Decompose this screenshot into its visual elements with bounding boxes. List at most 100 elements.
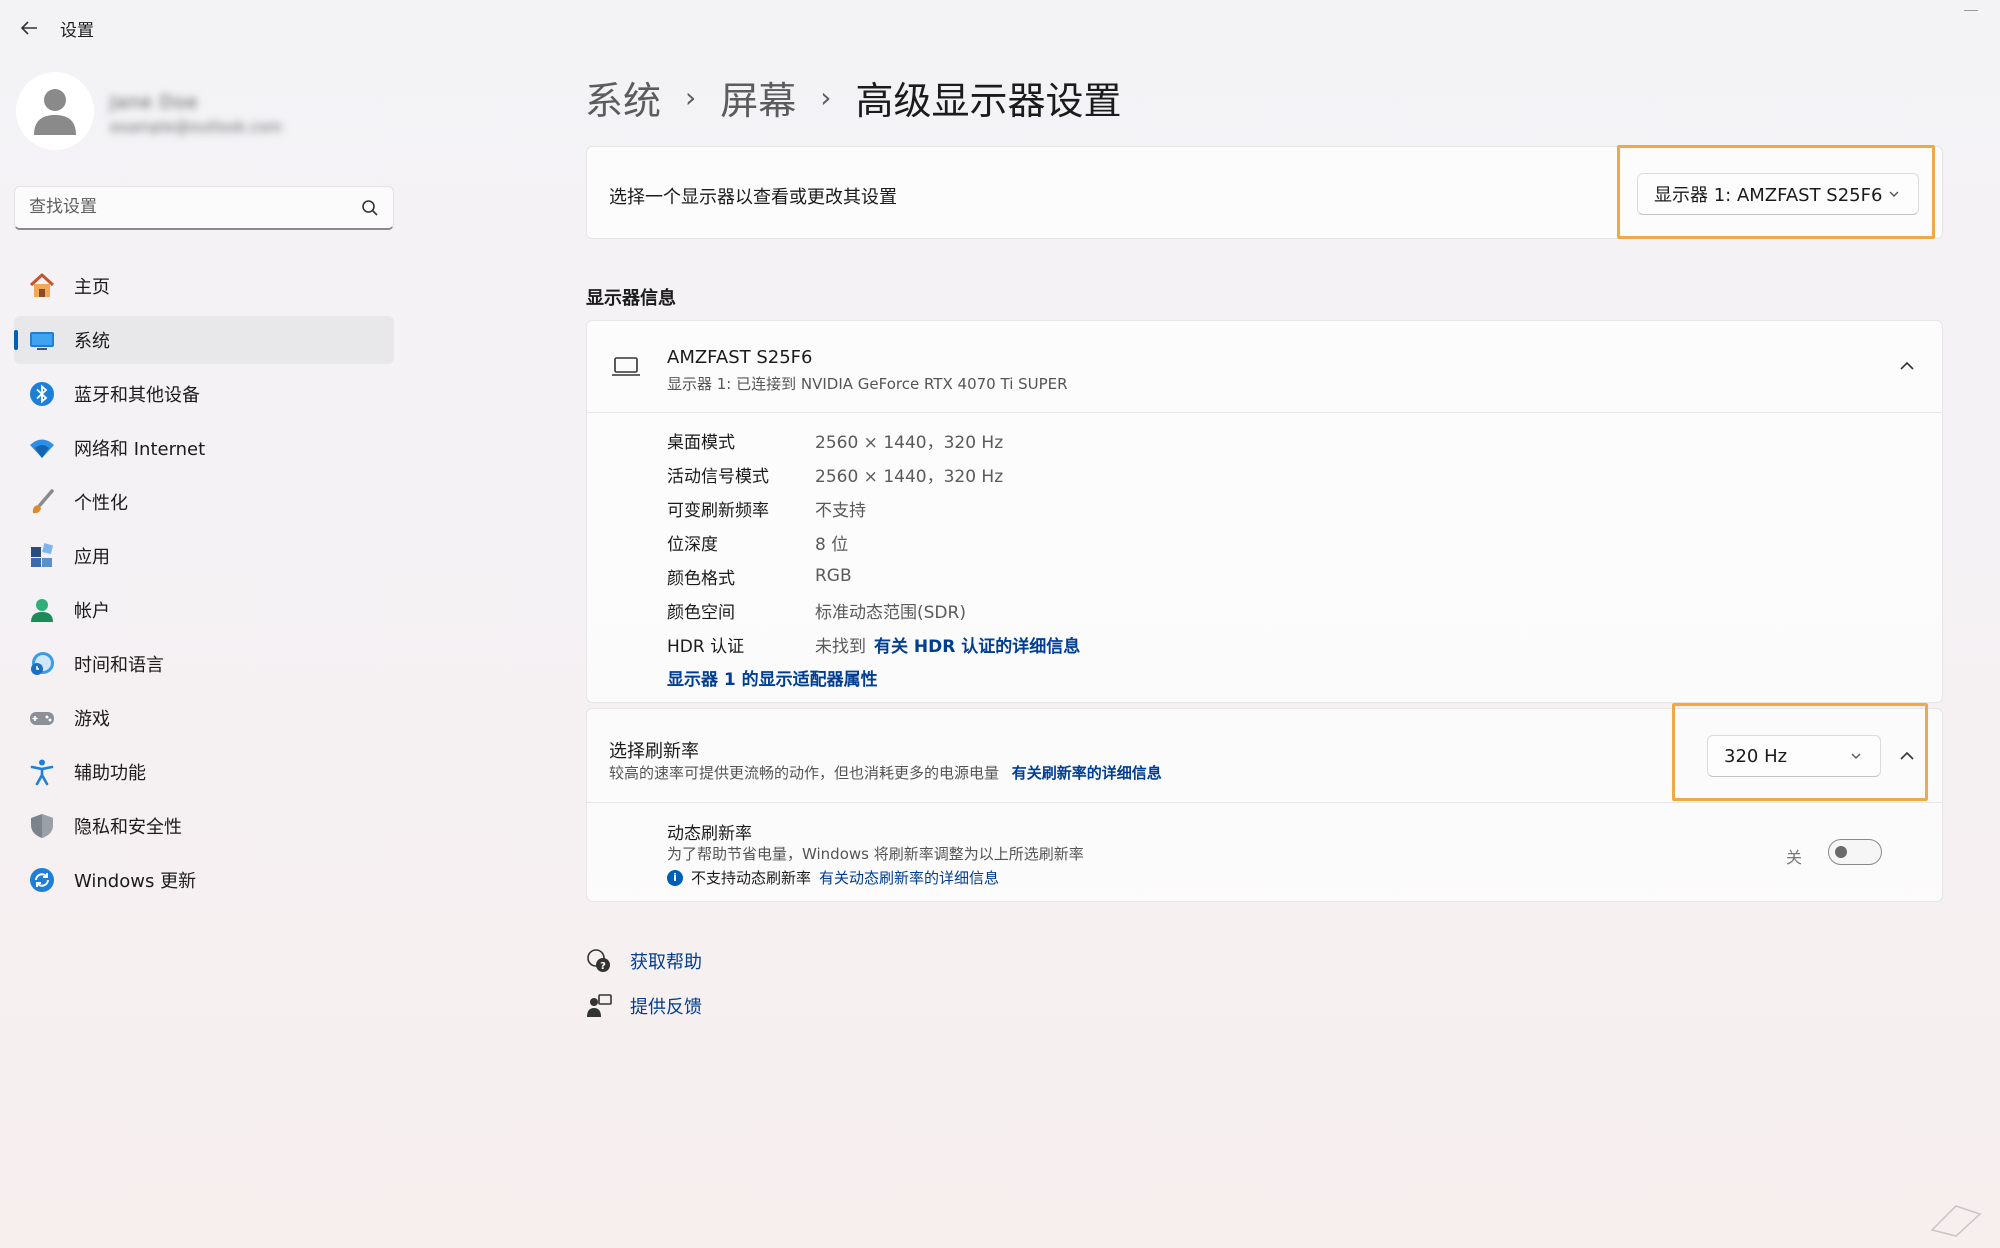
spec-key: 颜色格式 [667,568,735,589]
svg-text:?: ? [600,961,606,972]
spec-row: 可变刷新频率 不支持 [667,494,866,522]
display-select-value: 显示器 1: AMZFAST S25F6 [1654,185,1883,206]
sidebar-item-label: 个性化 [74,493,128,514]
feedback-link[interactable]: 提供反馈 [630,993,702,1019]
gamepad-icon [28,704,56,732]
display-info-header[interactable]: AMZFAST S25F6 显示器 1: 已连接到 NVIDIA GeForce… [587,321,1942,413]
sidebar-item-label: 时间和语言 [74,655,164,676]
get-help-row[interactable]: ? 获取帮助 [586,948,702,974]
feedback-row[interactable]: 提供反馈 [586,993,702,1019]
search-input[interactable] [15,187,345,227]
spec-row: HDR 认证 未找到 有关 HDR 认证的详细信息 [667,630,1080,658]
sidebar-item-label: 帐户 [74,601,110,622]
minimize-button[interactable] [1964,10,1978,11]
account-icon [28,596,56,624]
spec-value: 2560 × 1440，320 Hz [815,466,1004,487]
sidebar-item-windows-update[interactable]: Windows 更新 [14,856,394,904]
dynamic-refresh-note-text: 不支持动态刷新率 [691,869,812,887]
avatar[interactable] [16,72,94,150]
display-info-heading: 显示器信息 [586,288,676,309]
spec-key: 位深度 [667,534,718,555]
help-chat-icon: ? [587,949,610,972]
watermark-logo [1930,1205,1982,1237]
sidebar-item-gaming[interactable]: 游戏 [14,694,394,742]
page-title: 高级显示器设置 [855,79,1122,123]
app-title: 设置 [60,21,94,41]
search-box[interactable] [14,186,394,230]
spec-row: 位深度 8 位 [667,528,848,556]
refresh-rate-header: 选择刷新率 较高的速率可提供更流畅的动作，但也消耗更多的电源电量 有关刷新率的详… [587,703,1942,803]
spec-row: 颜色空间 标准动态范围(SDR) [667,596,966,624]
display-info-card: AMZFAST S25F6 显示器 1: 已连接到 NVIDIA GeForce… [586,320,1943,703]
display-select-card: 选择一个显示器以查看或更改其设置 显示器 1: AMZFAST S25F6 [586,145,1943,239]
hdr-info-link[interactable]: 有关 HDR 认证的详细信息 [874,632,1080,657]
wifi-icon [28,434,56,462]
refresh-rate-value: 320 Hz [1724,745,1788,767]
spec-value: 2560 × 1440，320 Hz [815,432,1004,453]
breadcrumb: 系统 › 屏幕 › 高级显示器设置 [585,70,1121,125]
chevron-up-icon[interactable] [1898,747,1916,765]
spec-value: 未找到 [815,636,866,657]
chevron-right-icon: › [685,81,697,114]
spec-value: RGB [815,566,852,586]
chevron-up-icon[interactable] [1898,357,1916,375]
sidebar-item-label: 游戏 [74,709,110,730]
spec-key: 活动信号模式 [667,466,769,487]
sidebar-item-label: 网络和 Internet [74,439,206,460]
dynamic-refresh-subtitle: 为了帮助节省电量，Windows 将刷新率调整为以上所选刷新率 [667,845,1084,863]
sidebar-item-label: Windows 更新 [74,871,197,892]
apps-icon [28,542,56,570]
sidebar-item-accounts[interactable]: 帐户 [14,586,394,634]
sidebar-nav: 主页 系统 蓝牙和其他设备 网络和 Internet 个性化 应用 帐户 时间和… [14,262,394,910]
display-select-dropdown[interactable]: 显示器 1: AMZFAST S25F6 [1637,173,1919,215]
monitor-name: AMZFAST S25F6 [667,347,813,368]
paintbrush-icon [28,488,56,516]
home-icon [28,272,56,300]
accessibility-icon [28,758,56,786]
sidebar-item-apps[interactable]: 应用 [14,532,394,580]
sidebar-item-system[interactable]: 系统 [14,316,394,364]
sidebar-item-accessibility[interactable]: 辅助功能 [14,748,394,796]
dynamic-refresh-note: i 不支持动态刷新率 有关动态刷新率的详细信息 [667,867,999,888]
sidebar-item-privacy[interactable]: 隐私和安全性 [14,802,394,850]
chevron-down-icon [1889,191,1899,197]
spec-value: 不支持 [815,500,866,521]
dynamic-refresh-info-link[interactable]: 有关动态刷新率的详细信息 [819,867,999,888]
user-placeholder-icon [34,89,76,135]
sidebar-item-label: 辅助功能 [74,763,146,784]
back-button[interactable] [12,14,46,42]
sidebar-item-time-language[interactable]: 时间和语言 [14,640,394,688]
sidebar-item-label: 隐私和安全性 [74,817,182,838]
info-icon: i [667,869,683,886]
sidebar-item-network[interactable]: 网络和 Internet [14,424,394,472]
sidebar-item-label: 系统 [74,331,110,352]
refresh-rate-dropdown[interactable]: 320 Hz [1707,735,1881,777]
refresh-rate-subtitle: 较高的速率可提供更流畅的动作，但也消耗更多的电源电量 有关刷新率的详细信息 [609,762,1162,783]
spec-key: 颜色空间 [667,602,735,623]
laptop-icon [612,357,640,376]
spec-row: 活动信号模式 2560 × 1440，320 Hz [667,460,1003,488]
adapter-properties-link[interactable]: 显示器 1 的显示适配器属性 [667,665,878,690]
sidebar-item-home[interactable]: 主页 [14,262,394,310]
sidebar-item-label: 应用 [74,547,110,568]
refresh-rate-info-link[interactable]: 有关刷新率的详细信息 [1012,764,1162,782]
display-select-label: 选择一个显示器以查看或更改其设置 [609,187,897,208]
toggle-state-label: 关 [1785,848,1802,867]
chevron-down-icon [1851,753,1861,759]
refresh-rate-card: 选择刷新率 较高的速率可提供更流畅的动作，但也消耗更多的电源电量 有关刷新率的详… [586,703,1943,902]
search-icon[interactable] [361,199,379,217]
system-display-icon [28,326,56,354]
spec-key: HDR 认证 [667,636,745,657]
dynamic-refresh-toggle[interactable] [1828,839,1882,865]
breadcrumb-system[interactable]: 系统 [585,70,661,125]
feedback-icon [587,994,612,1017]
back-arrow-icon [20,21,37,35]
refresh-rate-title: 选择刷新率 [609,741,699,762]
sidebar-item-personalization[interactable]: 个性化 [14,478,394,526]
get-help-link[interactable]: 获取帮助 [630,948,702,974]
update-icon [28,866,56,894]
breadcrumb-display[interactable]: 屏幕 [720,70,796,125]
toggle-knob [1835,846,1847,858]
spec-key: 桌面模式 [667,432,735,453]
sidebar-item-bluetooth[interactable]: 蓝牙和其他设备 [14,370,394,418]
